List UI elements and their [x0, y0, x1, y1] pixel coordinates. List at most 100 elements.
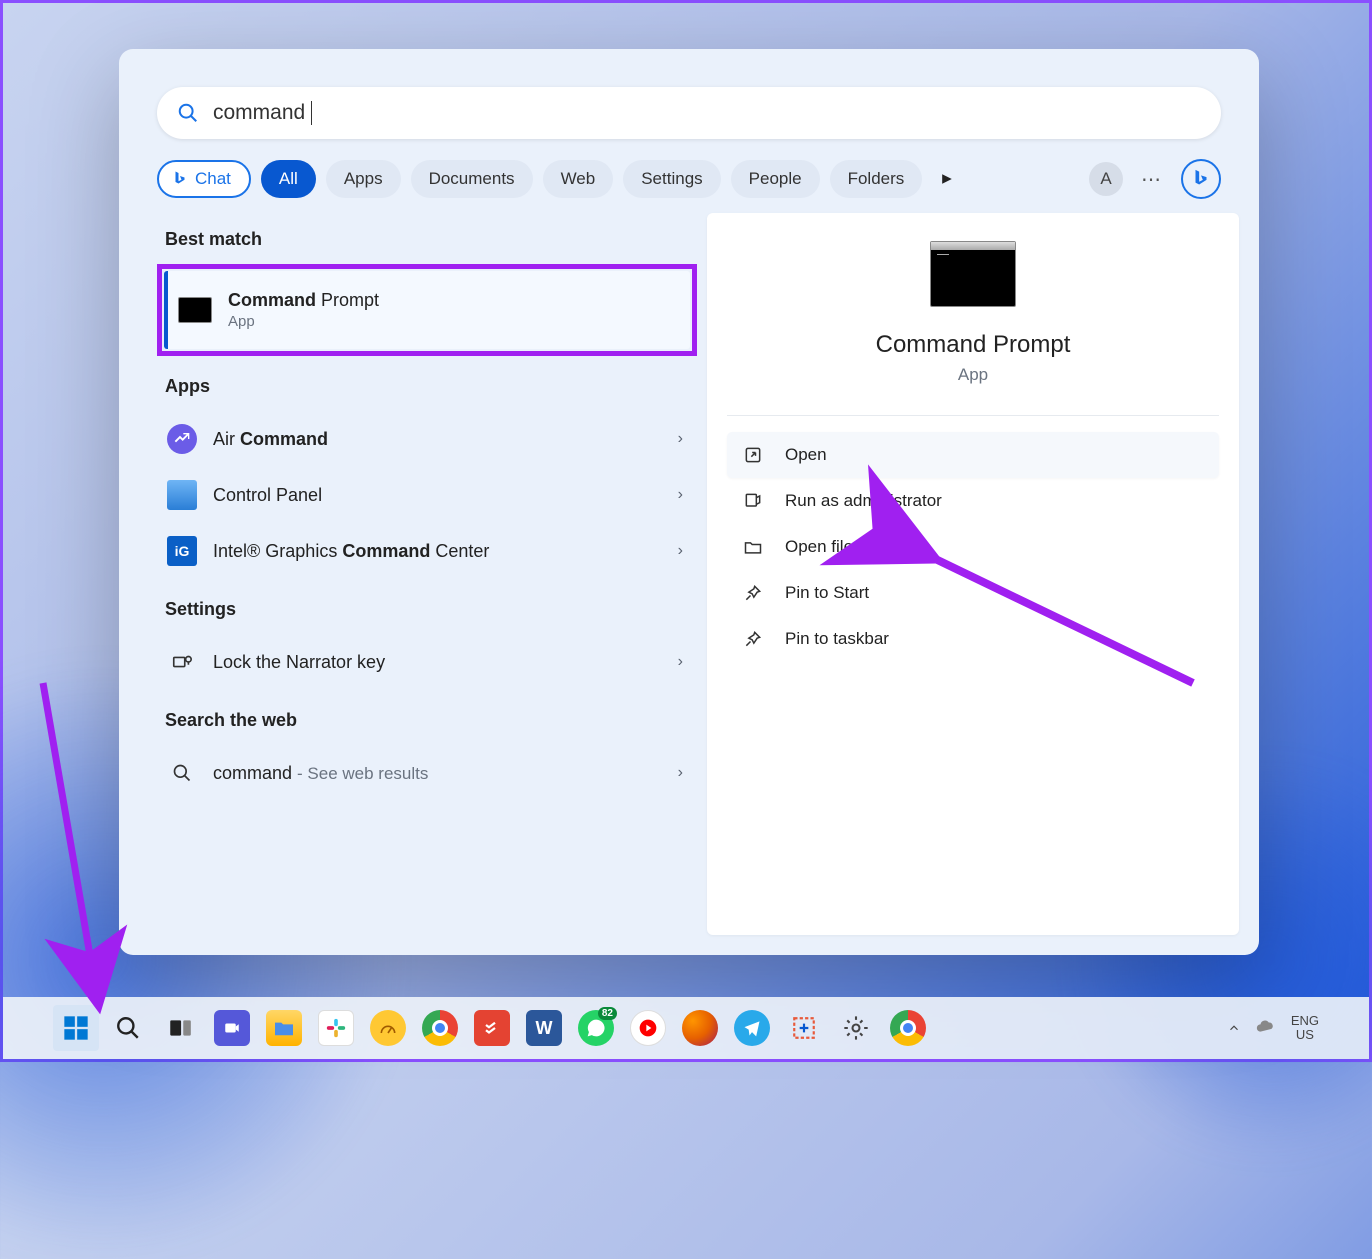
section-apps: Apps [165, 376, 697, 397]
language-indicator[interactable]: ENGUS [1291, 1014, 1319, 1042]
slack-icon [325, 1017, 347, 1039]
action-run-admin[interactable]: Run as administrator [727, 478, 1219, 524]
taskbar-app-1[interactable] [365, 1005, 411, 1051]
result-web-search[interactable]: command - See web results › [157, 745, 697, 801]
intel-icon: iG [167, 536, 197, 566]
pin-icon [743, 629, 767, 649]
section-settings: Settings [165, 599, 697, 620]
open-icon [743, 445, 767, 465]
taskbar-whatsapp[interactable]: 82 [573, 1005, 619, 1051]
filter-web[interactable]: Web [543, 160, 614, 198]
camera-icon [223, 1019, 241, 1037]
taskbar-chat[interactable] [209, 1005, 255, 1051]
taskbar-chrome-2[interactable] [885, 1005, 931, 1051]
chevron-right-icon: › [678, 653, 683, 671]
folder-icon [743, 537, 767, 557]
result-title: Lock the Narrator key [213, 652, 678, 673]
bing-chat-button[interactable] [1181, 159, 1221, 199]
chevron-right-icon: › [678, 486, 683, 504]
action-open-location[interactable]: Open file location [727, 524, 1219, 570]
result-title: Control Panel [213, 485, 678, 506]
result-air-command[interactable]: Air Command › [157, 411, 697, 467]
filter-scroll-right[interactable] [932, 173, 962, 185]
play-icon [941, 173, 953, 185]
folder-icon [273, 1019, 295, 1037]
result-title: command - See web results [213, 763, 678, 784]
gear-icon [842, 1014, 870, 1042]
telegram-icon [742, 1018, 762, 1038]
play-icon [638, 1018, 658, 1038]
whatsapp-icon [586, 1018, 606, 1038]
onedrive-icon[interactable] [1255, 1017, 1277, 1039]
gauge-icon [378, 1018, 398, 1038]
start-search-panel: command Chat All Apps Documents Web Sett… [119, 49, 1259, 955]
windows-icon [62, 1014, 90, 1042]
text-cursor [311, 101, 312, 125]
taskbar-settings[interactable] [833, 1005, 879, 1051]
result-subtitle: App [228, 313, 676, 330]
taskbar: W 82 ENGUS [3, 997, 1369, 1059]
filter-chat[interactable]: Chat [157, 160, 251, 198]
preview-title: Command Prompt [727, 331, 1219, 359]
taskbar-telegram[interactable] [729, 1005, 775, 1051]
preview-pane: Command Prompt App Open Run as administr… [707, 213, 1239, 935]
search-box[interactable]: command [157, 87, 1221, 139]
result-title: Command Prompt [228, 290, 676, 311]
result-title: Intel® Graphics Command Center [213, 541, 678, 562]
taskbar-snip[interactable] [781, 1005, 827, 1051]
user-avatar[interactable]: A [1089, 162, 1123, 196]
result-control-panel[interactable]: Control Panel › [157, 467, 697, 523]
chevron-right-icon: › [678, 542, 683, 560]
bing-icon [1190, 168, 1212, 190]
search-icon [177, 102, 199, 124]
filter-folders[interactable]: Folders [830, 160, 923, 198]
result-lock-narrator[interactable]: Lock the Narrator key › [157, 634, 697, 690]
search-query-text: command [213, 101, 305, 125]
chevron-up-icon[interactable] [1227, 1021, 1241, 1035]
taskbar-word[interactable]: W [521, 1005, 567, 1051]
search-icon [167, 758, 197, 788]
results-column: Best match Command Prompt App Apps Air C… [157, 213, 697, 935]
shield-icon [743, 491, 767, 511]
filter-settings[interactable]: Settings [623, 160, 720, 198]
air-command-icon [167, 424, 197, 454]
annotation-highlight: Command Prompt App [157, 264, 697, 356]
action-pin-start[interactable]: Pin to Start [727, 570, 1219, 616]
preview-app-icon [930, 241, 1016, 307]
section-web: Search the web [165, 710, 697, 731]
check-icon [483, 1019, 501, 1037]
section-best-match: Best match [165, 229, 697, 250]
filter-apps[interactable]: Apps [326, 160, 401, 198]
pin-icon [743, 583, 767, 603]
taskbar-explorer[interactable] [261, 1005, 307, 1051]
divider [727, 415, 1219, 416]
filter-people[interactable]: People [731, 160, 820, 198]
search-icon [115, 1015, 141, 1041]
task-view[interactable] [157, 1005, 203, 1051]
taskbar-slack[interactable] [313, 1005, 359, 1051]
start-button[interactable] [53, 1005, 99, 1051]
filter-documents[interactable]: Documents [411, 160, 533, 198]
control-panel-icon [167, 480, 197, 510]
filter-all[interactable]: All [261, 160, 316, 198]
taskbar-chrome[interactable] [417, 1005, 463, 1051]
action-pin-taskbar[interactable]: Pin to taskbar [727, 616, 1219, 662]
narrator-icon [167, 647, 197, 677]
chevron-right-icon: › [678, 764, 683, 782]
taskview-icon [167, 1015, 193, 1041]
taskbar-search[interactable] [105, 1005, 151, 1051]
result-title: Air Command [213, 429, 678, 450]
action-open[interactable]: Open [727, 432, 1219, 478]
bing-icon [171, 170, 189, 188]
preview-subtitle: App [727, 365, 1219, 385]
result-command-prompt[interactable]: Command Prompt App [164, 271, 690, 349]
chevron-right-icon: › [678, 430, 683, 448]
filter-row: Chat All Apps Documents Web Settings Peo… [119, 157, 1259, 201]
taskbar-youtube[interactable] [625, 1005, 671, 1051]
result-intel-graphics[interactable]: iG Intel® Graphics Command Center › [157, 523, 697, 579]
more-options[interactable]: ⋯ [1141, 167, 1163, 192]
cmd-icon [178, 297, 212, 323]
taskbar-firefox[interactable] [677, 1005, 723, 1051]
taskbar-todoist[interactable] [469, 1005, 515, 1051]
snip-icon [791, 1015, 817, 1041]
